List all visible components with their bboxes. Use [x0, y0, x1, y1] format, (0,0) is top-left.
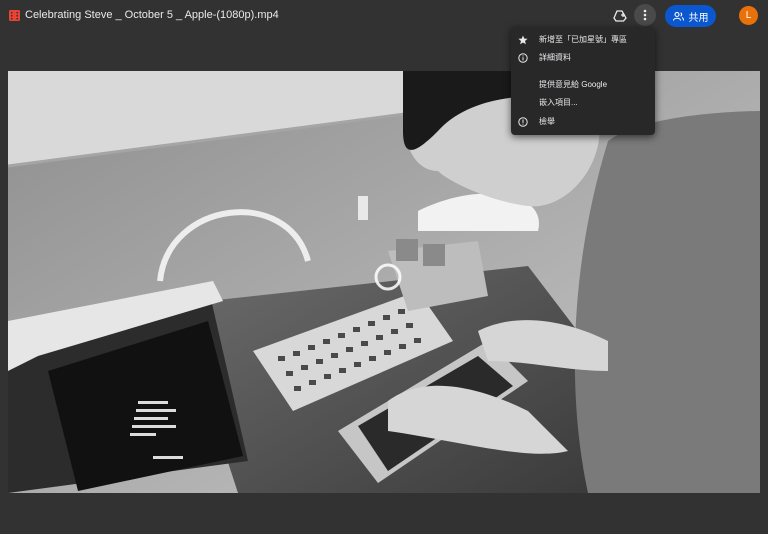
avatar[interactable]: L	[739, 6, 758, 25]
menu-item-feedback[interactable]: 提供意見給 Google	[511, 76, 655, 94]
more-options-button[interactable]	[634, 4, 656, 26]
menu-item-label: 詳細資料	[539, 53, 571, 62]
more-vert-icon	[643, 9, 647, 21]
menu-item-label: 新增至「已加星號」專區	[539, 35, 627, 44]
share-button[interactable]: 共用	[665, 5, 716, 27]
menu-item-add-star[interactable]: 新增至「已加星號」專區	[511, 31, 655, 49]
more-options-menu: 新增至「已加星號」專區 詳細資料 提供意見給 Google 嵌入項目... 檢舉	[511, 27, 655, 135]
menu-item-report[interactable]: 檢舉	[511, 113, 655, 131]
file-title: Celebrating Steve _ October 5 _ Apple-(1…	[25, 9, 279, 21]
add-to-drive-button[interactable]	[609, 5, 631, 27]
menu-item-label: 提供意見給 Google	[539, 80, 608, 89]
share-label: 共用	[688, 12, 709, 24]
video-file-icon	[9, 10, 20, 21]
people-icon	[672, 11, 684, 21]
menu-item-embed[interactable]: 嵌入項目...	[511, 94, 655, 112]
menu-item-details[interactable]: 詳細資料	[511, 49, 655, 67]
info-icon	[518, 53, 528, 63]
loading-ring-icon	[374, 263, 402, 291]
report-icon	[518, 117, 528, 127]
add-to-drive-icon	[613, 10, 627, 22]
menu-item-label: 檢舉	[539, 117, 555, 126]
star-icon	[518, 35, 528, 45]
menu-item-label: 嵌入項目...	[539, 98, 578, 107]
